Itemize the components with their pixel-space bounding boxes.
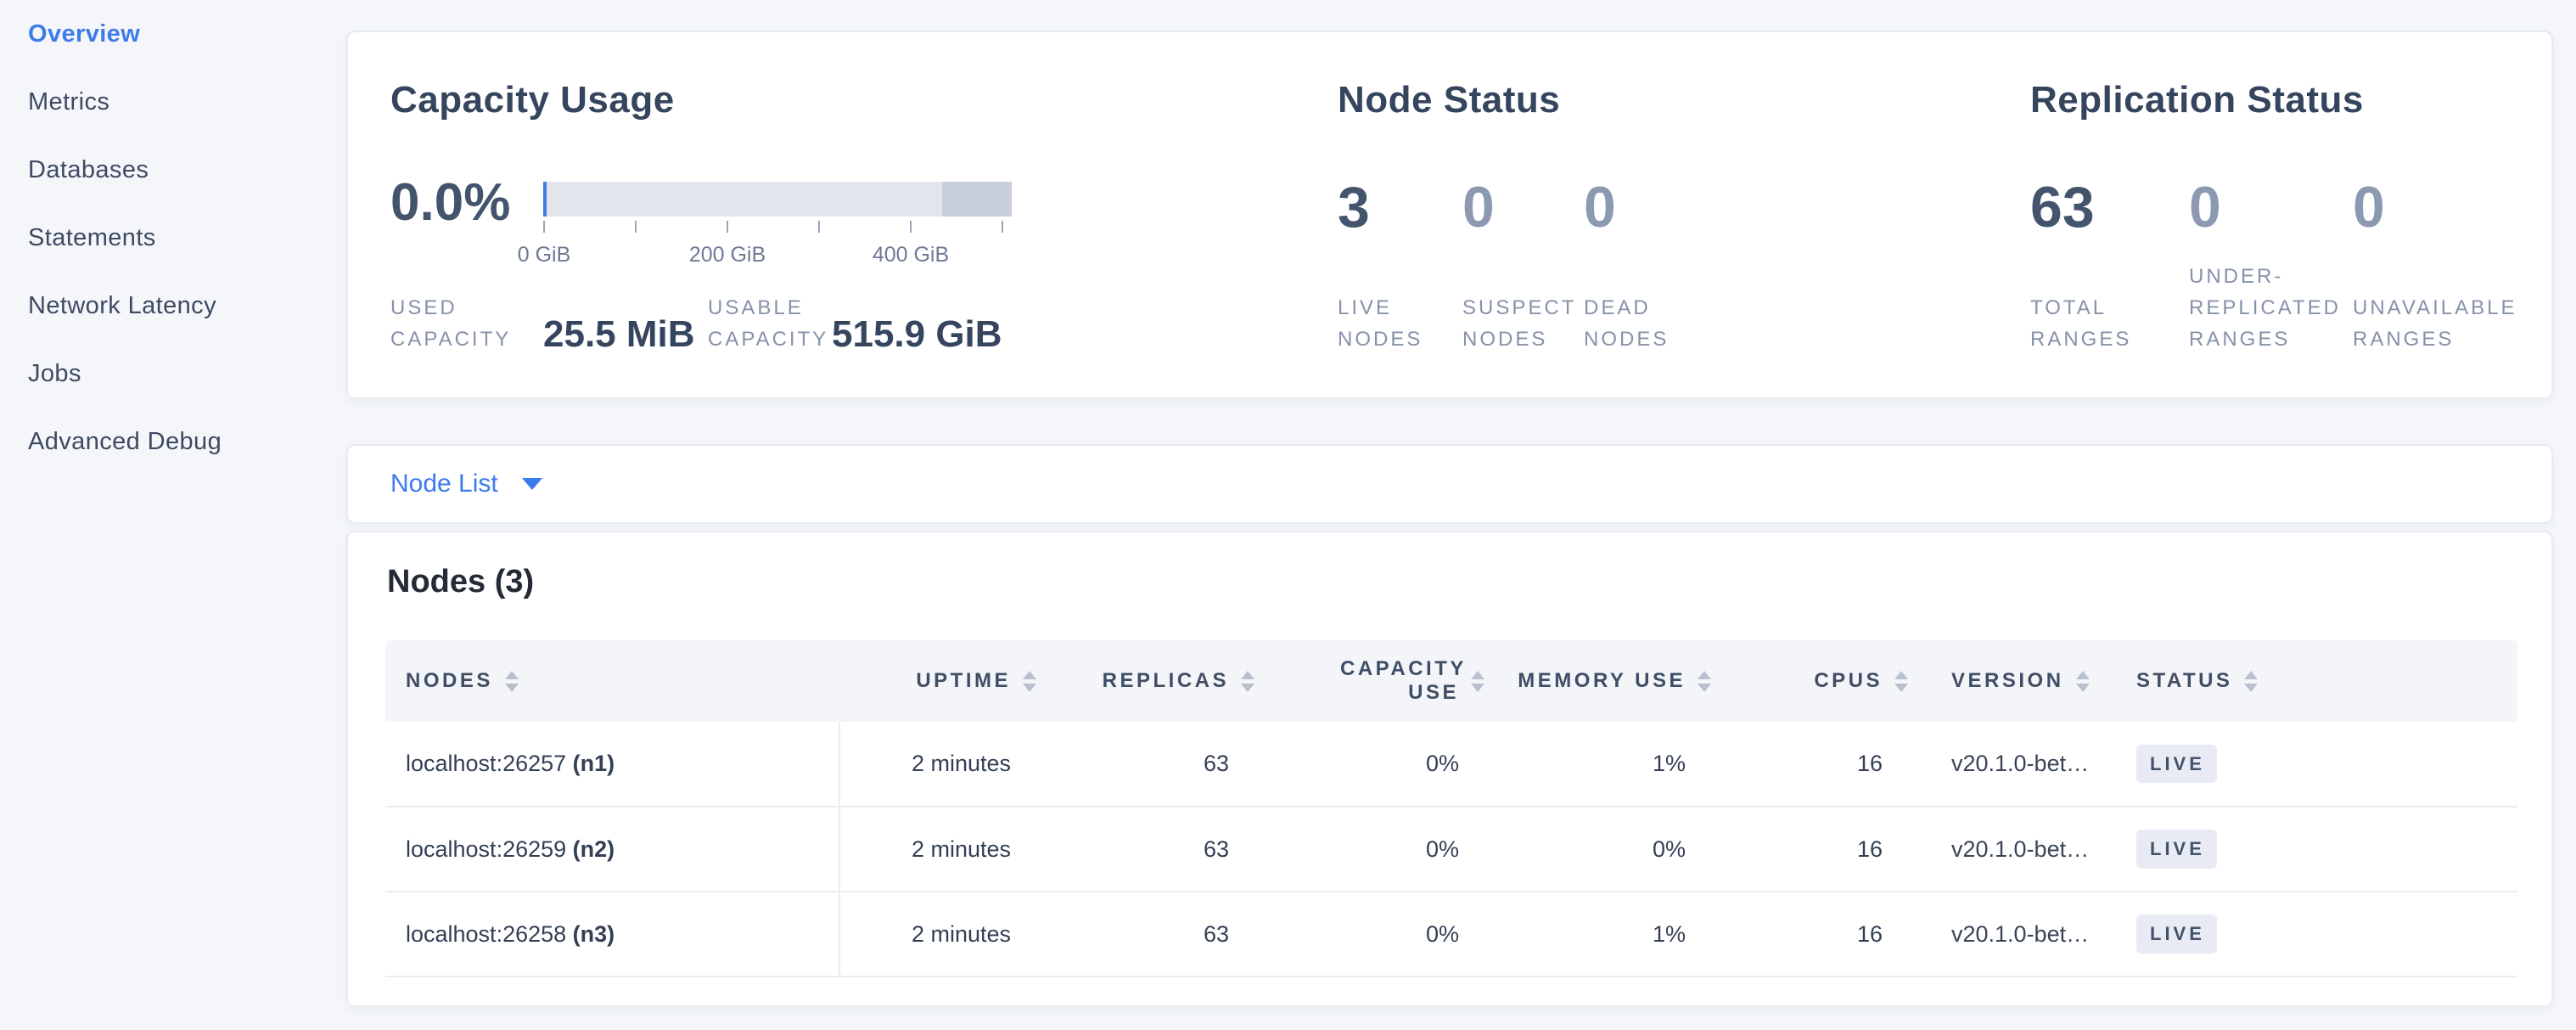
capacity-usage-title: Capacity Usage [390, 82, 675, 119]
node-list-dropdown-label: Node List [390, 470, 498, 498]
sort-icon [2076, 671, 2090, 692]
node-list-dropdown-card: Node List [346, 444, 2553, 524]
sidebar-item-network-latency[interactable]: Network Latency [0, 272, 346, 340]
chevron-down-icon [522, 478, 542, 490]
sort-icon [1471, 671, 1484, 692]
uptime-cell: 2 minutes [839, 807, 1041, 892]
node-address-cell: localhost:26258 (n3) [385, 892, 839, 977]
column-header-capacity-use[interactable]: CAPACITY USE [1260, 640, 1490, 722]
replication-status-title: Replication Status [2030, 82, 2364, 119]
sidebar: Overview Metrics Databases Statements Ne… [0, 0, 346, 1030]
column-header-memory-use[interactable]: MEMORY USE [1490, 640, 1716, 722]
cluster-summary-card: Capacity Usage 0.0% 0 GiB 200 GiB 400 Gi… [346, 31, 2553, 399]
cpus-cell: 16 [1716, 722, 1913, 807]
under-replicated-ranges-label: UNDER-REPLICATED RANGES [2189, 261, 2359, 355]
suspect-nodes-count: 0 [1462, 178, 1495, 236]
version-cell: v20.1.0-bet… [1913, 807, 2125, 892]
capacity-bar-used-sliver [543, 182, 547, 217]
status-cell: LIVE [2125, 807, 2517, 892]
live-status-badge: LIVE [2136, 745, 2217, 783]
used-capacity-label: USED CAPACITY [390, 292, 526, 355]
table-row[interactable]: localhost:26258 (n3) 2 minutes 63 0% 1% … [385, 892, 2517, 977]
sort-icon [505, 671, 519, 692]
sort-icon [1698, 671, 1711, 692]
table-header-row: NODES UPTIME REPLICAS CAPACITY USE [385, 640, 2517, 722]
replicas-cell: 63 [1041, 807, 1260, 892]
axis-tick [1002, 221, 1003, 233]
sidebar-item-overview[interactable]: Overview [0, 0, 346, 68]
capacity-bar-reserved-segment [942, 182, 1012, 217]
sidebar-item-advanced-debug[interactable]: Advanced Debug [0, 408, 346, 476]
node-address-cell: localhost:26259 (n2) [385, 807, 839, 892]
table-row[interactable]: localhost:26259 (n2) 2 minutes 63 0% 0% … [385, 807, 2517, 892]
unavailable-ranges-label: UNAVAILABLE RANGES [2353, 292, 2540, 355]
cpus-cell: 16 [1716, 807, 1913, 892]
live-nodes-count: 3 [1338, 178, 1370, 236]
axis-tick [727, 221, 728, 233]
status-cell: LIVE [2125, 892, 2517, 977]
sort-icon [1894, 671, 1908, 692]
version-cell: v20.1.0-bet… [1913, 892, 2125, 977]
capacity-bar-axis: 0 GiB 200 GiB 400 GiB [543, 221, 1012, 280]
sort-icon [1023, 671, 1036, 692]
nodes-table: NODES UPTIME REPLICAS CAPACITY USE [385, 640, 2517, 977]
memory-use-cell: 1% [1490, 722, 1716, 807]
total-ranges-label: TOTAL RANGES [2030, 292, 2149, 355]
nodes-heading: Nodes (3) [387, 563, 534, 602]
unavailable-ranges-count: 0 [2353, 178, 2385, 236]
node-address-cell: localhost:26257 (n1) [385, 722, 839, 807]
live-status-badge: LIVE [2136, 830, 2217, 868]
memory-use-cell: 1% [1490, 892, 1716, 977]
under-replicated-ranges-count: 0 [2189, 178, 2221, 236]
sort-icon [2244, 671, 2258, 692]
uptime-cell: 2 minutes [839, 892, 1041, 977]
node-status-title: Node Status [1338, 82, 1560, 119]
column-header-status[interactable]: STATUS [2125, 640, 2517, 722]
axis-tick-label: 400 GiB [851, 243, 970, 267]
axis-tick-label: 0 GiB [485, 243, 603, 267]
sort-icon [1241, 671, 1254, 692]
axis-tick-label: 200 GiB [668, 243, 787, 267]
usable-capacity-value: 515.9 GiB [832, 316, 1002, 353]
dead-nodes-label: DEAD NODES [1584, 292, 1686, 355]
table-row[interactable]: localhost:26257 (n1) 2 minutes 63 0% 1% … [385, 722, 2517, 807]
axis-tick [635, 221, 637, 233]
column-header-cpus[interactable]: CPUS [1716, 640, 1913, 722]
axis-tick [818, 221, 820, 233]
sidebar-item-databases[interactable]: Databases [0, 136, 346, 204]
live-status-badge: LIVE [2136, 915, 2217, 953]
version-cell: v20.1.0-bet… [1913, 722, 2125, 807]
dead-nodes-count: 0 [1584, 178, 1616, 236]
live-nodes-label: LIVE NODES [1338, 292, 1440, 355]
node-list-dropdown[interactable]: Node List [390, 446, 542, 522]
axis-tick [543, 221, 545, 233]
replicas-cell: 63 [1041, 722, 1260, 807]
cpus-cell: 16 [1716, 892, 1913, 977]
column-header-version[interactable]: VERSION [1913, 640, 2125, 722]
capacity-use-cell: 0% [1260, 807, 1490, 892]
column-header-nodes[interactable]: NODES [385, 640, 839, 722]
sidebar-item-jobs[interactable]: Jobs [0, 340, 346, 408]
nodes-table-card: Nodes (3) NODES UPTIME [346, 531, 2553, 1007]
axis-tick [910, 221, 912, 233]
used-capacity-value: 25.5 MiB [543, 316, 695, 353]
column-header-replicas[interactable]: REPLICAS [1041, 640, 1260, 722]
sidebar-item-metrics[interactable]: Metrics [0, 68, 346, 136]
replicas-cell: 63 [1041, 892, 1260, 977]
capacity-percent: 0.0% [390, 177, 510, 229]
status-cell: LIVE [2125, 722, 2517, 807]
capacity-use-cell: 0% [1260, 722, 1490, 807]
total-ranges-count: 63 [2030, 178, 2095, 236]
uptime-cell: 2 minutes [839, 722, 1041, 807]
capacity-use-cell: 0% [1260, 892, 1490, 977]
capacity-bar [543, 182, 1012, 217]
sidebar-item-statements[interactable]: Statements [0, 204, 346, 272]
column-header-uptime[interactable]: UPTIME [839, 640, 1041, 722]
suspect-nodes-label: SUSPECT NODES [1462, 292, 1581, 355]
memory-use-cell: 0% [1490, 807, 1716, 892]
